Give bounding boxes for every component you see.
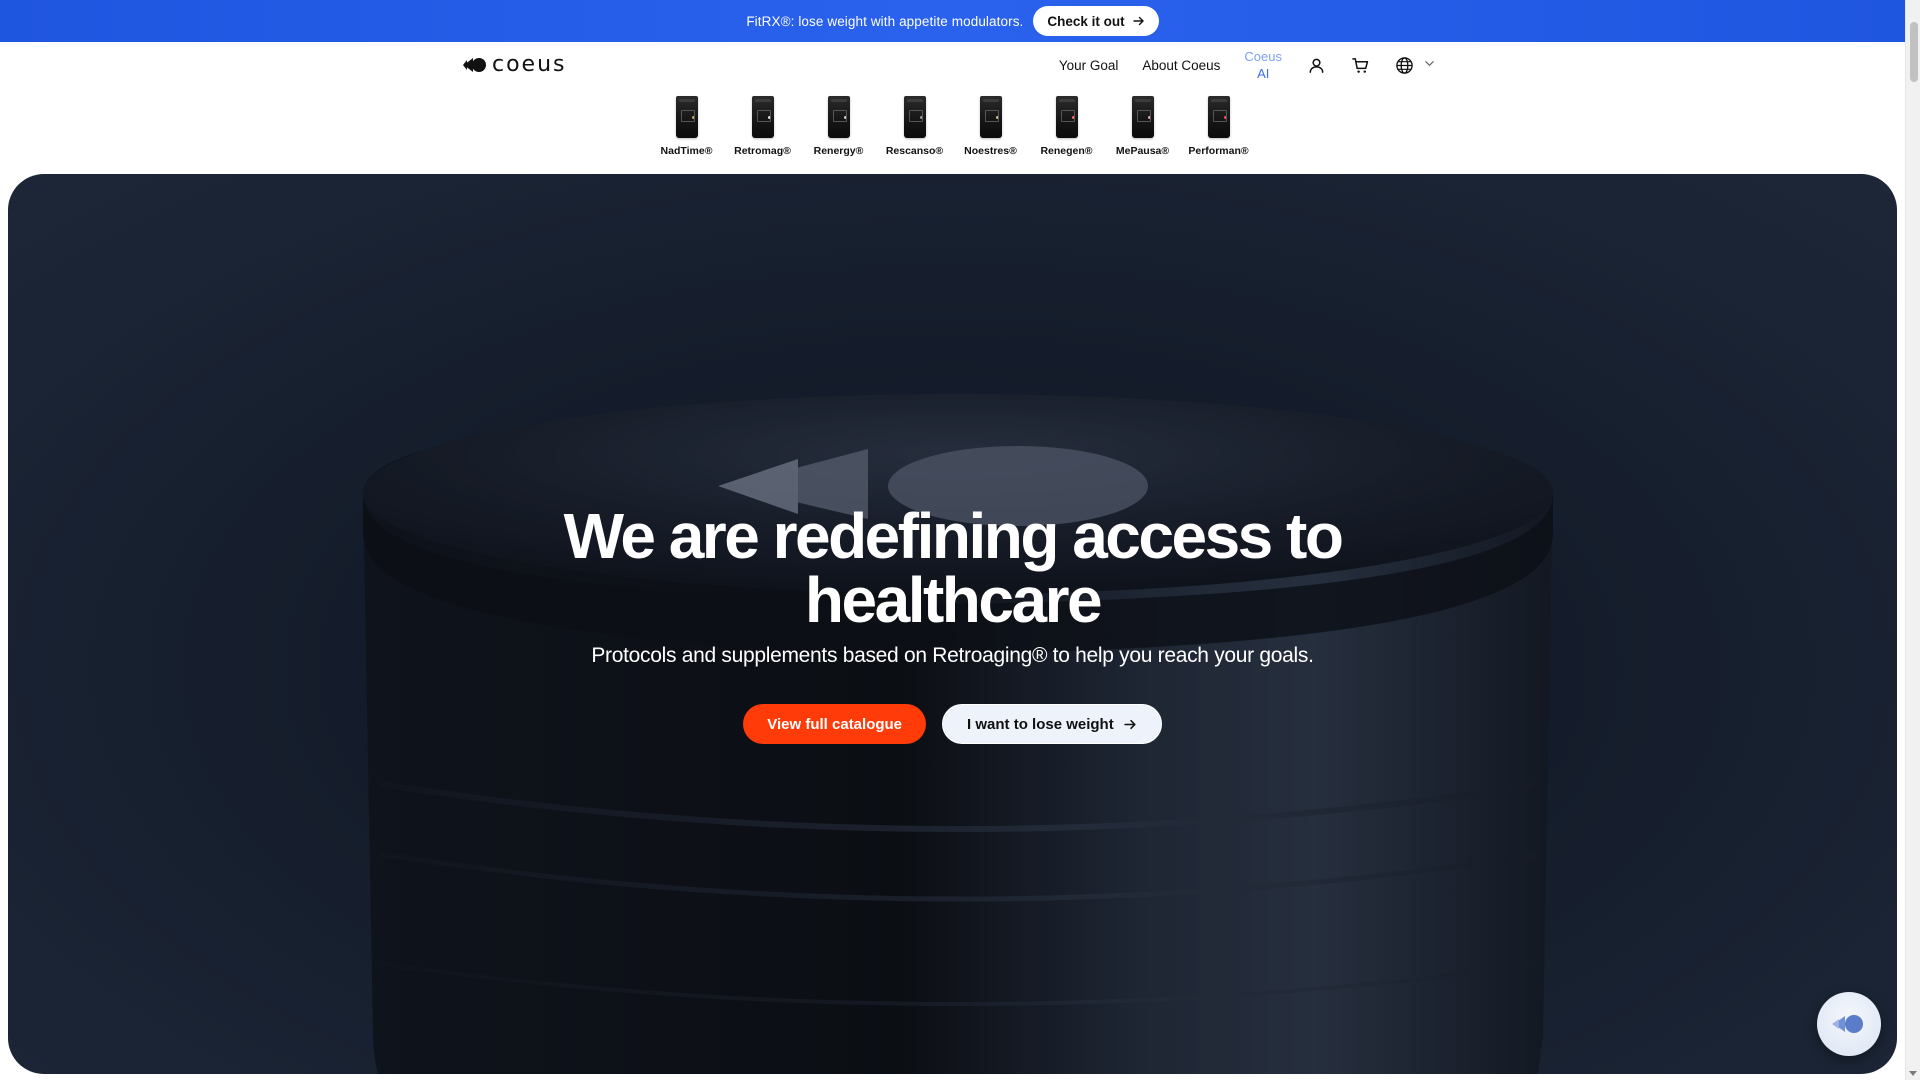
coeus-logo[interactable]: coeus — [462, 52, 567, 77]
product-accent-dot — [919, 116, 923, 119]
arrow-right-icon — [1124, 719, 1136, 729]
chat-assistant-button[interactable] — [1817, 992, 1881, 1056]
announcement-bar: FitRX®: lose weight with appetite modula… — [0, 0, 1905, 42]
hero-title: We are redefining access to healthcare — [563, 500, 1344, 636]
product-label: Rescanso® — [885, 145, 944, 157]
product-noestres[interactable]: Noestres® — [953, 96, 1029, 168]
logo-wordmark: coeus — [492, 52, 567, 77]
cart-icon[interactable] — [1350, 55, 1370, 75]
check-it-out-label: Check it out — [1047, 13, 1125, 29]
page-scrollbar[interactable] — [1905, 0, 1920, 1080]
chevron-down-icon — [1424, 56, 1435, 74]
product-performan[interactable]: Performan® — [1181, 96, 1257, 168]
product-pouch-image — [1131, 96, 1154, 138]
product-label: Renergy® — [813, 145, 864, 157]
product-rescanso[interactable]: Rescanso® — [877, 96, 953, 168]
hero-content: We are redefining access to healthcare P… — [8, 504, 1897, 744]
product-label: NadTime® — [660, 145, 713, 157]
product-pouch-image — [1207, 96, 1230, 138]
hero-subtitle: Protocols and supplements based on Retro… — [591, 644, 1314, 667]
product-pouch-image — [675, 96, 698, 138]
language-selector[interactable] — [1394, 55, 1435, 75]
product-label: Performan® — [1188, 145, 1249, 157]
product-label: Retromag® — [734, 145, 791, 157]
product-renergy[interactable]: Renergy® — [801, 96, 877, 168]
announcement-text: FitRX®: lose weight with appetite modula… — [746, 13, 1024, 29]
scroll-down-arrow-icon[interactable] — [1909, 1071, 1917, 1076]
product-retromag[interactable]: Retromag® — [725, 96, 801, 168]
coeus-logo-mark-icon — [463, 57, 486, 72]
hero-buttons: View full catalogue I want to lose weigh… — [8, 704, 1897, 744]
product-pouch-image — [903, 96, 926, 138]
product-accent-dot — [691, 116, 695, 119]
product-accent-dot — [1147, 116, 1151, 119]
coeus-ai-chat-icon — [1832, 1015, 1863, 1033]
check-it-out-button[interactable]: Check it out — [1033, 6, 1159, 36]
lose-weight-button[interactable]: I want to lose weight — [942, 704, 1162, 744]
nav-coeus-ai-bottom: AI — [1257, 66, 1270, 81]
view-catalogue-button[interactable]: View full catalogue — [743, 704, 927, 744]
product-accent-dot — [1223, 116, 1227, 119]
product-strip: NadTime® Retromag® Renergy® Rescanso® No… — [0, 96, 1905, 168]
nav-coeus-ai[interactable]: Coeus AI — [1244, 48, 1282, 82]
product-pouch-image — [751, 96, 774, 138]
nav-about-coeus[interactable]: About Coeus — [1142, 58, 1220, 73]
product-accent-dot — [995, 116, 999, 119]
globe-icon — [1394, 55, 1414, 75]
product-label: Renegen® — [1040, 145, 1093, 157]
main-nav: Your Goal About Coeus Coeus AI — [1059, 42, 1435, 88]
product-renegen[interactable]: Renegen® — [1029, 96, 1105, 168]
product-label: Noestres® — [964, 145, 1017, 157]
scrollbar-thumb[interactable] — [1910, 22, 1918, 82]
product-pouch-image — [979, 96, 1002, 138]
site-header: coeus Your Goal About Coeus Coeus AI — [0, 42, 1905, 88]
arrow-right-icon — [1132, 16, 1144, 26]
nav-coeus-ai-top: Coeus — [1244, 49, 1282, 64]
product-label: MePausa® — [1115, 145, 1170, 157]
product-nadtime[interactable]: NadTime® — [649, 96, 725, 168]
product-accent-dot — [1071, 116, 1075, 119]
lose-weight-label: I want to lose weight — [967, 715, 1114, 733]
product-accent-dot — [767, 116, 771, 119]
hero-section: We are redefining access to healthcare P… — [8, 174, 1897, 1074]
product-pouch-image — [827, 96, 850, 138]
product-pouch-image — [1055, 96, 1078, 138]
product-mepausa[interactable]: MePausa® — [1105, 96, 1181, 168]
nav-your-goal[interactable]: Your Goal — [1059, 58, 1119, 73]
user-icon[interactable] — [1306, 55, 1326, 75]
product-accent-dot — [843, 116, 847, 119]
